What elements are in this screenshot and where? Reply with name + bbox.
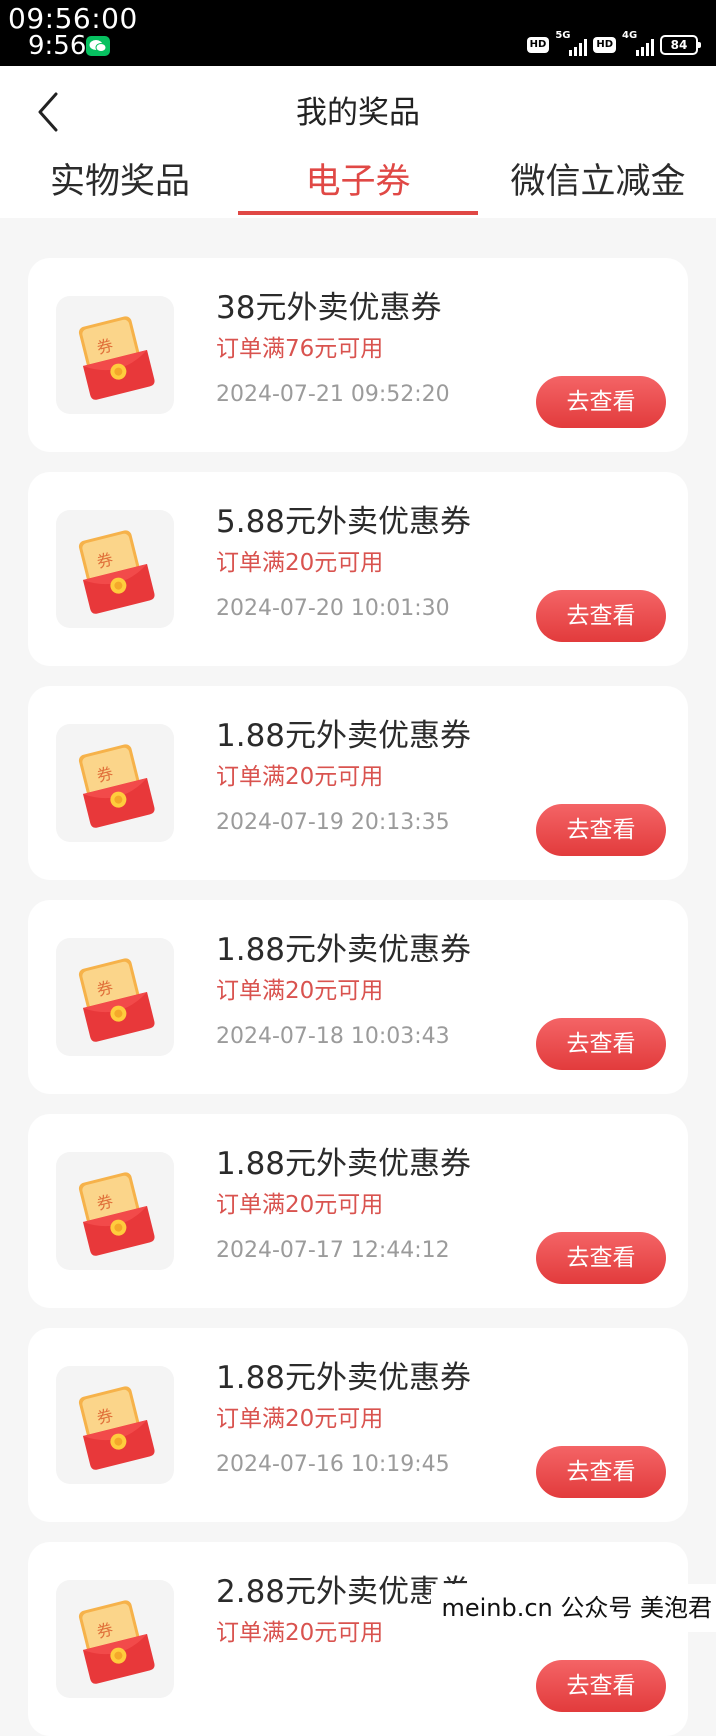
coupon-condition: 订单满20元可用 xyxy=(216,1406,384,1432)
coupon-condition: 订单满20元可用 xyxy=(216,1192,384,1218)
coupon-condition: 订单满20元可用 xyxy=(216,550,384,576)
view-coupon-button[interactable]: 去查看 xyxy=(536,590,666,642)
status-time: 9:56 xyxy=(28,31,87,61)
coupon-title: 38元外卖优惠券 xyxy=(216,290,442,326)
coupon-title: 1.88元外卖优惠券 xyxy=(216,932,472,968)
coupon-envelope-icon: 券 xyxy=(56,1152,174,1270)
coupon-card: 券 1.88元外卖优惠券订单满20元可用 2024-07-17 12:44:12 去查… xyxy=(28,1114,688,1308)
coupon-condition: 订单满20元可用 xyxy=(216,764,384,790)
status-time-overlay: 09:56:00 xyxy=(8,2,138,35)
view-coupon-button[interactable]: 去查看 xyxy=(536,1018,666,1070)
coupon-card: 券 5.88元外卖优惠券订单满20元可用 2024-07-20 10:01:30 去查… xyxy=(28,472,688,666)
coupon-title: 1.88元外卖优惠券 xyxy=(216,1146,472,1182)
coupon-card: 券 1.88元外卖优惠券订单满20元可用 2024-07-19 20:13:35 去查… xyxy=(28,686,688,880)
network-label: 5G xyxy=(555,30,571,41)
view-coupon-button[interactable]: 去查看 xyxy=(536,1232,666,1284)
coupon-card: 券 38元外卖优惠券订单满76元可用 2024-07-21 09:52:20 去查看 xyxy=(28,258,688,452)
coupon-card: 券 2.88元外卖优惠券 订单满20元可用 去查看 xyxy=(28,1542,688,1736)
coupon-envelope-icon: 券 xyxy=(56,724,174,842)
view-coupon-button[interactable]: 去查看 xyxy=(536,1446,666,1498)
coupon-timestamp: 2024-07-19 20:13:35 xyxy=(216,810,450,835)
coupon-timestamp: 2024-07-20 10:01:30 xyxy=(216,596,450,621)
coupon-condition: 订单满20元可用 xyxy=(216,1620,384,1646)
battery-icon: 84 xyxy=(660,35,701,55)
coupon-title: 5.88元外卖优惠券 xyxy=(216,504,472,540)
view-coupon-button[interactable]: 去查看 xyxy=(536,804,666,856)
coupon-condition: 订单满76元可用 xyxy=(216,336,384,362)
coupon-envelope-icon: 券 xyxy=(56,938,174,1056)
tab-wechat-discount[interactable]: 微信立减金 xyxy=(486,156,710,214)
status-icons: HD 5G HD 4G 84 xyxy=(526,30,701,56)
coupon-timestamp: 2024-07-16 10:19:45 xyxy=(216,1452,450,1477)
signal-4g-icon: 4G xyxy=(622,30,654,56)
view-coupon-button[interactable]: 去查看 xyxy=(536,1660,666,1712)
status-bar: 09:56:00 9:56 HD 5G HD 4G 84 xyxy=(0,0,716,66)
tab-e-coupons[interactable]: 电子券 xyxy=(248,156,468,214)
coupon-title: 1.88元外卖优惠券 xyxy=(216,718,472,754)
coupon-envelope-icon: 券 xyxy=(56,510,174,628)
hd-icon: HD xyxy=(526,37,550,53)
signal-5g-icon: 5G xyxy=(555,30,588,56)
network-label: 4G xyxy=(622,30,638,41)
coupon-condition: 订单满20元可用 xyxy=(216,978,384,1004)
coupon-envelope-icon: 券 xyxy=(56,1580,174,1698)
hd-icon: HD xyxy=(593,37,616,53)
active-tab-indicator xyxy=(238,211,478,215)
coupon-timestamp: 2024-07-21 09:52:20 xyxy=(216,382,450,407)
tab-bar: 实物奖品 电子券 微信立减金 xyxy=(0,156,716,216)
top-bar: 我的奖品 实物奖品 电子券 微信立减金 xyxy=(0,66,716,218)
page-title: 我的奖品 xyxy=(296,95,420,131)
watermark: meinb.cn 公众号 美泡君 xyxy=(431,1584,716,1632)
coupon-envelope-icon: 券 xyxy=(56,296,174,414)
coupon-card: 券 1.88元外卖优惠券订单满20元可用 2024-07-18 10:03:43 去查… xyxy=(28,900,688,1094)
coupon-title: 1.88元外卖优惠券 xyxy=(216,1360,472,1396)
coupon-envelope-icon: 券 xyxy=(56,1366,174,1484)
view-coupon-button[interactable]: 去查看 xyxy=(536,376,666,428)
coupon-timestamp: 2024-07-18 10:03:43 xyxy=(216,1024,450,1049)
coupon-timestamp: 2024-07-17 12:44:12 xyxy=(216,1238,450,1263)
wechat-notification-icon xyxy=(86,36,110,56)
coupon-card: 券 1.88元外卖优惠券订单满20元可用 2024-07-16 10:19:45 去查… xyxy=(28,1328,688,1522)
tab-physical-prizes[interactable]: 实物奖品 xyxy=(10,156,230,214)
